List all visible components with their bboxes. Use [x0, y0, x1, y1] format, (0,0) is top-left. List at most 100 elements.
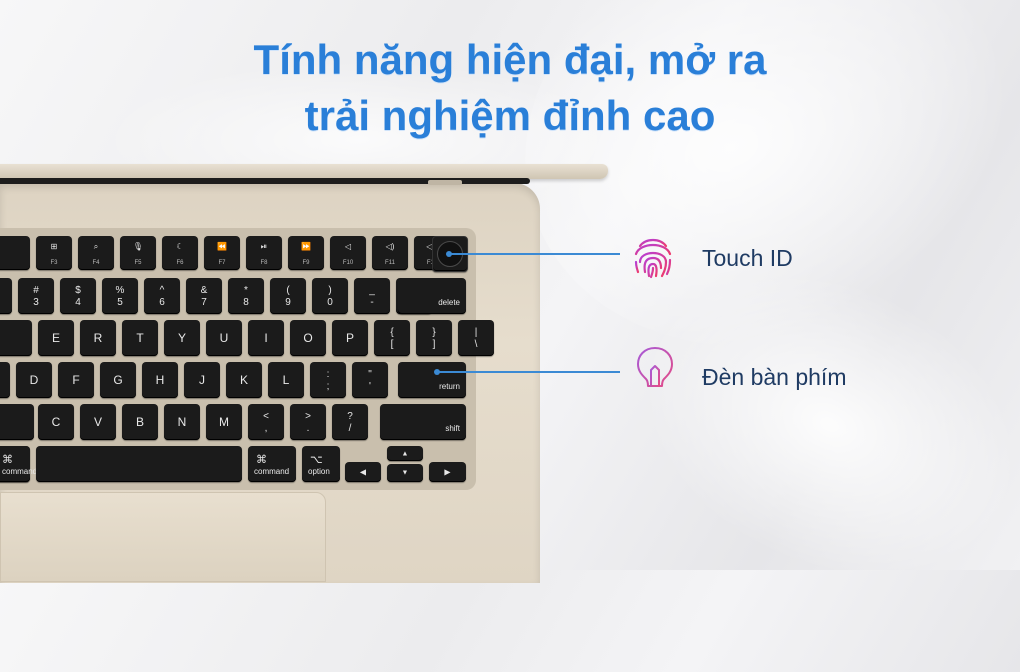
key-partial[interactable] [0, 236, 30, 270]
key-number[interactable]: (9 [270, 278, 306, 314]
function-key-label: F4 [92, 260, 100, 266]
key-number[interactable]: _ - [354, 278, 390, 314]
key-letter[interactable]: R [80, 320, 116, 356]
key-letter[interactable]: N [164, 404, 200, 440]
key-letter-label: J [199, 373, 205, 387]
key-f11[interactable]: ◁) F11 [372, 236, 408, 270]
laptop-hinge-notch [428, 180, 462, 185]
function-key-icon: ⏩ [301, 242, 311, 251]
key-letter-label: R [93, 331, 103, 345]
key-letter[interactable]: M [206, 404, 242, 440]
key-arrow-up[interactable]: ▲ [387, 446, 423, 461]
key-punctuation[interactable]: | \ [458, 320, 494, 356]
key-f4[interactable]: ⌕ F4 [78, 236, 114, 270]
key-letter[interactable]: G [100, 362, 136, 398]
key-letter-label: K [239, 373, 248, 387]
key-number[interactable]: ^ 6 [144, 278, 180, 314]
function-key-icon: ⏪ [217, 242, 227, 251]
key-letter[interactable]: Y [164, 320, 200, 356]
key-letter[interactable]: U [206, 320, 242, 356]
key-number[interactable]: * 8 [228, 278, 264, 314]
key-partial[interactable] [0, 404, 34, 440]
key-arrow-down[interactable]: ▼ [387, 464, 423, 482]
key-shift[interactable]: shift [380, 404, 466, 440]
key-command-left-label: command [2, 467, 38, 476]
key-letter[interactable]: B [122, 404, 158, 440]
key-return[interactable]: return [398, 362, 466, 398]
key-letter[interactable]: T [122, 320, 158, 356]
key-punctuation[interactable]: " ' [352, 362, 388, 398]
function-key-icon: ⌕ [93, 242, 99, 251]
key-number[interactable]: ) 0 [312, 278, 348, 314]
key-option[interactable]: ⌥ option [302, 446, 340, 482]
key-shift-symbol: _ [369, 285, 375, 296]
key-f9[interactable]: ⏩ F9 [288, 236, 324, 270]
key-number[interactable]: #3 [18, 278, 54, 314]
key-letter-label: L [282, 373, 290, 387]
key-arrow-left[interactable]: ◀ [345, 462, 381, 482]
key-letter[interactable]: L [268, 362, 304, 398]
key-f10[interactable]: ◁ F10 [330, 236, 366, 270]
key-letter[interactable]: C [38, 404, 74, 440]
key-letter[interactable]: P [332, 320, 368, 356]
key-partial[interactable] [0, 278, 12, 314]
key-letter[interactable]: I [248, 320, 284, 356]
key-letter[interactable]: O [290, 320, 326, 356]
key-f6[interactable]: ☾ F6 [162, 236, 198, 270]
fingerprint-icon [628, 232, 678, 287]
key-letter-label: E [51, 331, 60, 345]
function-key-label: F11 [385, 260, 395, 266]
key-partial[interactable] [0, 320, 32, 356]
key-letter-label: H [155, 373, 165, 387]
function-key-label: F8 [260, 260, 268, 266]
key-shift-symbol: ? [347, 411, 353, 422]
function-key-label: F3 [50, 260, 58, 266]
key-punctuation[interactable]: :; [310, 362, 346, 398]
key-punctuation[interactable]: {[ [374, 320, 410, 356]
key-command-right[interactable]: ⌘ command [248, 446, 296, 482]
key-punctuation[interactable]: ? / [332, 404, 368, 440]
key-letter-label: B [135, 415, 144, 429]
key-arrow-right[interactable]: ▶ [429, 462, 466, 482]
key-letter[interactable]: H [142, 362, 178, 398]
key-punctuation[interactable]: >. [290, 404, 326, 440]
function-key-icon: ⊞ [50, 242, 58, 251]
key-space[interactable] [36, 446, 242, 482]
command-symbol: ⌘ [256, 454, 267, 466]
key-letter[interactable]: V [80, 404, 116, 440]
key-letter[interactable]: E [38, 320, 74, 356]
key-shift-symbol: % [115, 285, 125, 296]
backlight-pointer-line [438, 371, 620, 373]
key-command-left[interactable]: ⌘ command [0, 446, 37, 482]
key-punctuation[interactable]: }] [416, 320, 452, 356]
arrow-down-icon: ▼ [401, 469, 409, 477]
key-number[interactable]: $4 [60, 278, 96, 314]
key-letter[interactable]: K [226, 362, 262, 398]
key-letter[interactable]: D [16, 362, 52, 398]
command-symbol: ⌘ [2, 454, 13, 466]
key-letter-label: T [136, 331, 144, 345]
key-base-symbol: ' [369, 381, 371, 392]
key-letter[interactable]: F [58, 362, 94, 398]
key-f7[interactable]: ⏪ F7 [204, 236, 240, 270]
key-number[interactable]: % 5 [102, 278, 138, 314]
key-letter[interactable]: J [184, 362, 220, 398]
key-delete[interactable]: delete [398, 278, 466, 314]
key-letter-label: G [113, 373, 123, 387]
function-key-label: F6 [176, 260, 184, 266]
key-return-label: return [439, 382, 460, 391]
function-key-icon: 🎙 [132, 242, 144, 251]
key-number[interactable]: & 7 [186, 278, 222, 314]
key-shift-symbol: < [263, 411, 269, 422]
key-base-symbol: 6 [159, 297, 165, 308]
key-letter-label: C [51, 415, 61, 429]
key-shift-symbol: } [432, 327, 436, 338]
key-punctuation[interactable]: <, [248, 404, 284, 440]
key-f3[interactable]: ⊞ F3 [36, 236, 72, 270]
key-shift-symbol: { [390, 327, 394, 338]
key-partial[interactable] [0, 362, 10, 398]
key-f8[interactable]: ⏯ F8 [246, 236, 282, 270]
key-f5[interactable]: 🎙 F5 [120, 236, 156, 270]
key-base-symbol: 5 [117, 297, 123, 308]
function-key-label: F7 [218, 260, 226, 266]
